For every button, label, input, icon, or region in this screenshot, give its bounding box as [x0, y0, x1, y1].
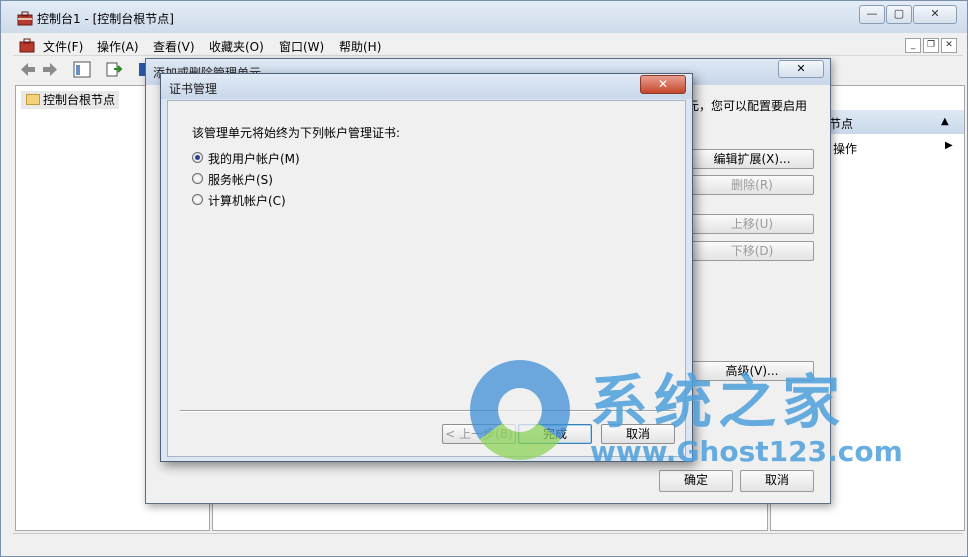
radio-label: 计算机帐户(C): [208, 194, 286, 208]
export-list-icon[interactable]: [105, 61, 123, 78]
menu-view[interactable]: 查看(V): [153, 38, 195, 55]
cert-dialog-title: 证书管理: [169, 82, 218, 96]
forward-arrow-icon[interactable]: [41, 61, 59, 78]
toolbox-icon: [17, 11, 33, 26]
move-down-button[interactable]: 下移(D): [690, 241, 814, 261]
submenu-arrow-icon[interactable]: ▶: [945, 140, 953, 151]
edit-extensions-button[interactable]: 编辑扩展(X)...: [690, 149, 814, 169]
radio-unselected-icon[interactable]: [192, 194, 203, 205]
collapse-icon[interactable]: ▲: [941, 116, 949, 127]
radio-unselected-icon[interactable]: [192, 173, 203, 184]
mdi-close-button[interactable]: ✕: [941, 38, 957, 53]
advanced-button[interactable]: 高级(V)...: [690, 361, 814, 381]
menu-window[interactable]: 窗口(W): [279, 38, 324, 55]
status-bar: [13, 533, 963, 553]
back-arrow-icon[interactable]: [19, 61, 37, 78]
cancel-button[interactable]: 取消: [740, 470, 814, 492]
remove-button[interactable]: 删除(R): [690, 175, 814, 195]
radio-label: 我的用户帐户(M): [208, 152, 300, 166]
show-hide-tree-icon[interactable]: [73, 61, 91, 78]
certificate-snapin-dialog: 证书管理 ✕ 该管理单元将始终为下列帐户管理证书: 我的用户帐户(M) 服务帐户…: [160, 73, 693, 462]
window-title: 控制台1 - [控制台根节点]: [37, 12, 174, 26]
separator-line: [180, 410, 675, 412]
mdi-restore-button[interactable]: ❐: [923, 38, 939, 53]
folder-icon: [26, 94, 40, 105]
actions-header-label: 节点: [829, 117, 854, 131]
radio-selected-icon[interactable]: [192, 152, 203, 163]
maximize-button[interactable]: ▢: [886, 5, 912, 24]
back-button[interactable]: < 上一步(B): [442, 424, 516, 444]
tree-item-label: 控制台根节点: [43, 93, 116, 107]
menu-action[interactable]: 操作(A): [97, 38, 139, 55]
cert-dialog-body: 该管理单元将始终为下列帐户管理证书: 我的用户帐户(M) 服务帐户(S) 计算机…: [167, 100, 686, 457]
actions-more-link[interactable]: 操作: [833, 140, 857, 157]
cert-prompt-text: 该管理单元将始终为下列帐户管理证书:: [192, 126, 401, 140]
cert-titlebar[interactable]: 证书管理 ✕: [161, 74, 692, 99]
close-button[interactable]: ✕: [913, 5, 957, 24]
menu-help[interactable]: 帮助(H): [339, 38, 381, 55]
cert-close-button[interactable]: ✕: [640, 75, 686, 94]
cert-cancel-button[interactable]: 取消: [601, 424, 675, 444]
add-remove-close-button[interactable]: ✕: [778, 60, 824, 78]
menu-file[interactable]: 文件(F): [43, 38, 83, 55]
radio-label: 服务帐户(S): [208, 173, 273, 187]
menubar: 文件(F) 操作(A) 查看(V) 收藏夹(O) 窗口(W) 帮助(H) _ ❐…: [13, 35, 963, 56]
add-remove-description: 元，您可以配置要启用: [687, 99, 808, 113]
mdi-minimize-button[interactable]: _: [905, 38, 921, 53]
ok-button[interactable]: 确定: [659, 470, 733, 492]
finish-button[interactable]: 完成: [518, 424, 592, 444]
main-titlebar[interactable]: 控制台1 - [控制台根节点] — ▢ ✕: [1, 1, 967, 33]
move-up-button[interactable]: 上移(U): [690, 214, 814, 234]
tree-item-console-root[interactable]: 控制台根节点: [21, 91, 120, 109]
console-icon: [19, 38, 35, 53]
menu-favorites[interactable]: 收藏夹(O): [209, 38, 264, 55]
minimize-button[interactable]: —: [859, 5, 885, 24]
